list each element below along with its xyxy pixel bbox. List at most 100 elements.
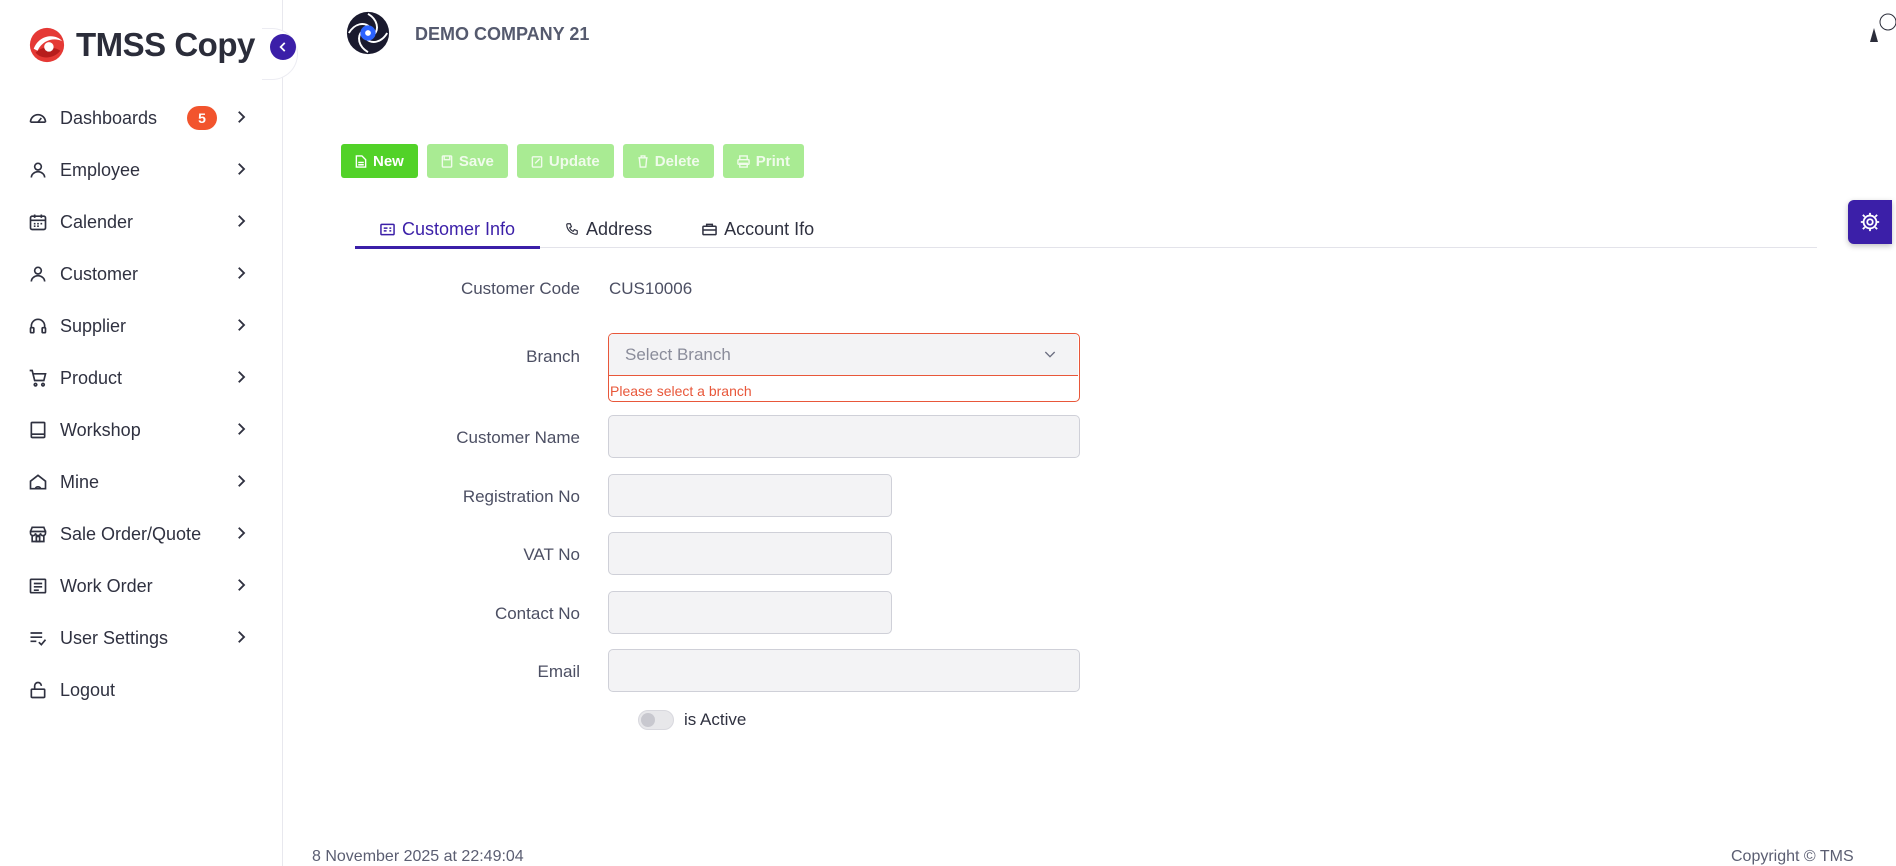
footer-datetime: 8 November 2025 at 22:49:04 <box>312 848 524 865</box>
branch-field: Select Branch Please select a branch <box>608 333 1080 402</box>
chevron-right-icon <box>238 267 246 279</box>
trash-icon <box>638 154 648 168</box>
save-button-label: Save <box>458 152 494 170</box>
sidebar-item-logout[interactable]: Logout <box>0 664 283 716</box>
sidebar-item-dashboards[interactable]: Dashboards 5 <box>0 92 283 144</box>
tab-label: Address <box>586 218 653 239</box>
id-card-icon <box>380 223 395 235</box>
sidebar-item-work-order[interactable]: Work Order <box>0 560 283 612</box>
printer-icon <box>736 154 750 168</box>
email-input[interactable] <box>608 649 1080 692</box>
sidebar-item-label: Calender <box>60 211 134 232</box>
customer-code-label: Customer Code <box>460 279 580 298</box>
branch-error-message: Please select a branch <box>610 383 752 399</box>
vat-no-label: VAT No <box>523 545 580 564</box>
chevron-right-icon <box>238 163 246 175</box>
sidebar-item-label: Work Order <box>60 575 153 596</box>
chevron-right-icon <box>238 111 246 123</box>
sidebar-item-employee[interactable]: Employee <box>0 144 283 196</box>
chevron-right-icon <box>238 423 246 435</box>
branch-select[interactable]: Select Branch <box>609 334 1078 376</box>
tab-account-info[interactable]: Account Ifo <box>677 210 839 248</box>
sidebar-item-sale-order[interactable]: Sale Order/Quote <box>0 508 283 560</box>
brand-name: TMSS Copy <box>76 26 255 63</box>
sidebar-item-label: Customer <box>60 263 139 284</box>
chevron-right-icon <box>238 215 246 227</box>
chevron-right-icon <box>238 371 246 383</box>
customer-name-input[interactable] <box>608 415 1080 458</box>
sidebar-item-label: Dashboards <box>60 107 158 128</box>
store-icon <box>26 522 50 546</box>
customer-name-label: Customer Name <box>456 428 580 447</box>
sidebar-item-label: Sale Order/Quote <box>60 523 202 544</box>
calendar-icon <box>26 210 50 234</box>
app-root: TMSS Copy Dashboards 5 Employee Calender… <box>0 0 1896 866</box>
unlock-icon <box>26 678 50 702</box>
sidebar-item-product[interactable]: Product <box>0 352 283 404</box>
sidebar-item-label: Mine <box>60 471 100 492</box>
user-avatar-icon[interactable] <box>1866 12 1896 46</box>
user-icon <box>26 158 50 182</box>
user-icon <box>26 262 50 286</box>
gear-icon <box>1860 212 1880 232</box>
sidebar-item-label: User Settings <box>60 627 169 648</box>
sidebar: TMSS Copy Dashboards 5 Employee Calender… <box>0 0 283 866</box>
form-tabs: Customer Info Address Account Ifo <box>355 210 1817 249</box>
chevron-down-icon <box>1044 351 1056 358</box>
registration-no-input[interactable] <box>608 474 892 517</box>
update-button-label: Update <box>548 152 600 170</box>
sidebar-item-workshop[interactable]: Workshop <box>0 404 283 456</box>
brand-logo-icon <box>29 27 65 63</box>
customer-code-value: CUS10006 <box>609 279 693 298</box>
sidebar-item-customer[interactable]: Customer <box>0 248 283 300</box>
chevron-right-icon <box>238 475 246 487</box>
book-icon <box>26 418 50 442</box>
gauge-icon <box>26 106 50 130</box>
sidebar-item-mine[interactable]: Mine <box>0 456 283 508</box>
file-icon <box>355 154 367 168</box>
tab-label: Customer Info <box>402 218 516 239</box>
new-button[interactable]: New <box>341 144 418 178</box>
company-name: DEMO COMPANY 21 <box>415 24 590 44</box>
company-logo-icon <box>346 11 390 55</box>
chevron-right-icon <box>238 527 246 539</box>
branch-placeholder: Select Branch <box>625 344 731 364</box>
sidebar-item-label: Product <box>60 367 123 388</box>
chevron-left-icon <box>279 42 286 52</box>
contact-no-input[interactable] <box>608 591 892 634</box>
sidebar-item-label: Employee <box>60 159 141 180</box>
sidebar-item-label: Workshop <box>60 419 141 440</box>
delete-button[interactable]: Delete <box>622 144 714 178</box>
list-check-icon <box>26 626 50 650</box>
sidebar-nav: Dashboards 5 Employee Calender Customer … <box>0 92 283 716</box>
sidebar-item-label: Supplier <box>60 315 127 336</box>
floppy-icon <box>441 154 453 168</box>
cart-icon <box>26 366 50 390</box>
save-button[interactable]: Save <box>426 144 508 178</box>
vat-no-input[interactable] <box>608 532 892 575</box>
home-icon <box>26 470 50 494</box>
sidebar-item-supplier[interactable]: Supplier <box>0 300 283 352</box>
headset-icon <box>26 314 50 338</box>
contact-no-label: Contact No <box>494 604 580 623</box>
tab-customer-info[interactable]: Customer Info <box>355 210 541 249</box>
print-button[interactable]: Print <box>722 144 804 178</box>
theme-settings-button[interactable] <box>1848 200 1892 244</box>
is-active-toggle[interactable] <box>638 710 674 730</box>
notification-badge: 5 <box>187 106 217 130</box>
print-button-label: Print <box>755 152 790 170</box>
registration-no-label: Registration No <box>462 487 580 506</box>
tab-address[interactable]: Address <box>540 210 677 248</box>
is-active-label: is Active <box>684 710 747 729</box>
chevron-right-icon <box>238 631 246 643</box>
briefcase-icon <box>702 223 717 236</box>
update-button[interactable]: Update <box>516 144 614 178</box>
sidebar-item-calender[interactable]: Calender <box>0 196 283 248</box>
document-icon <box>26 574 50 598</box>
sidebar-collapse-button[interactable] <box>270 34 296 60</box>
new-button-label: New <box>373 152 404 170</box>
email-label: Email <box>537 662 580 681</box>
brand[interactable]: TMSS Copy <box>28 26 255 64</box>
sidebar-item-user-settings[interactable]: User Settings <box>0 612 283 664</box>
branch-label: Branch <box>526 347 580 366</box>
